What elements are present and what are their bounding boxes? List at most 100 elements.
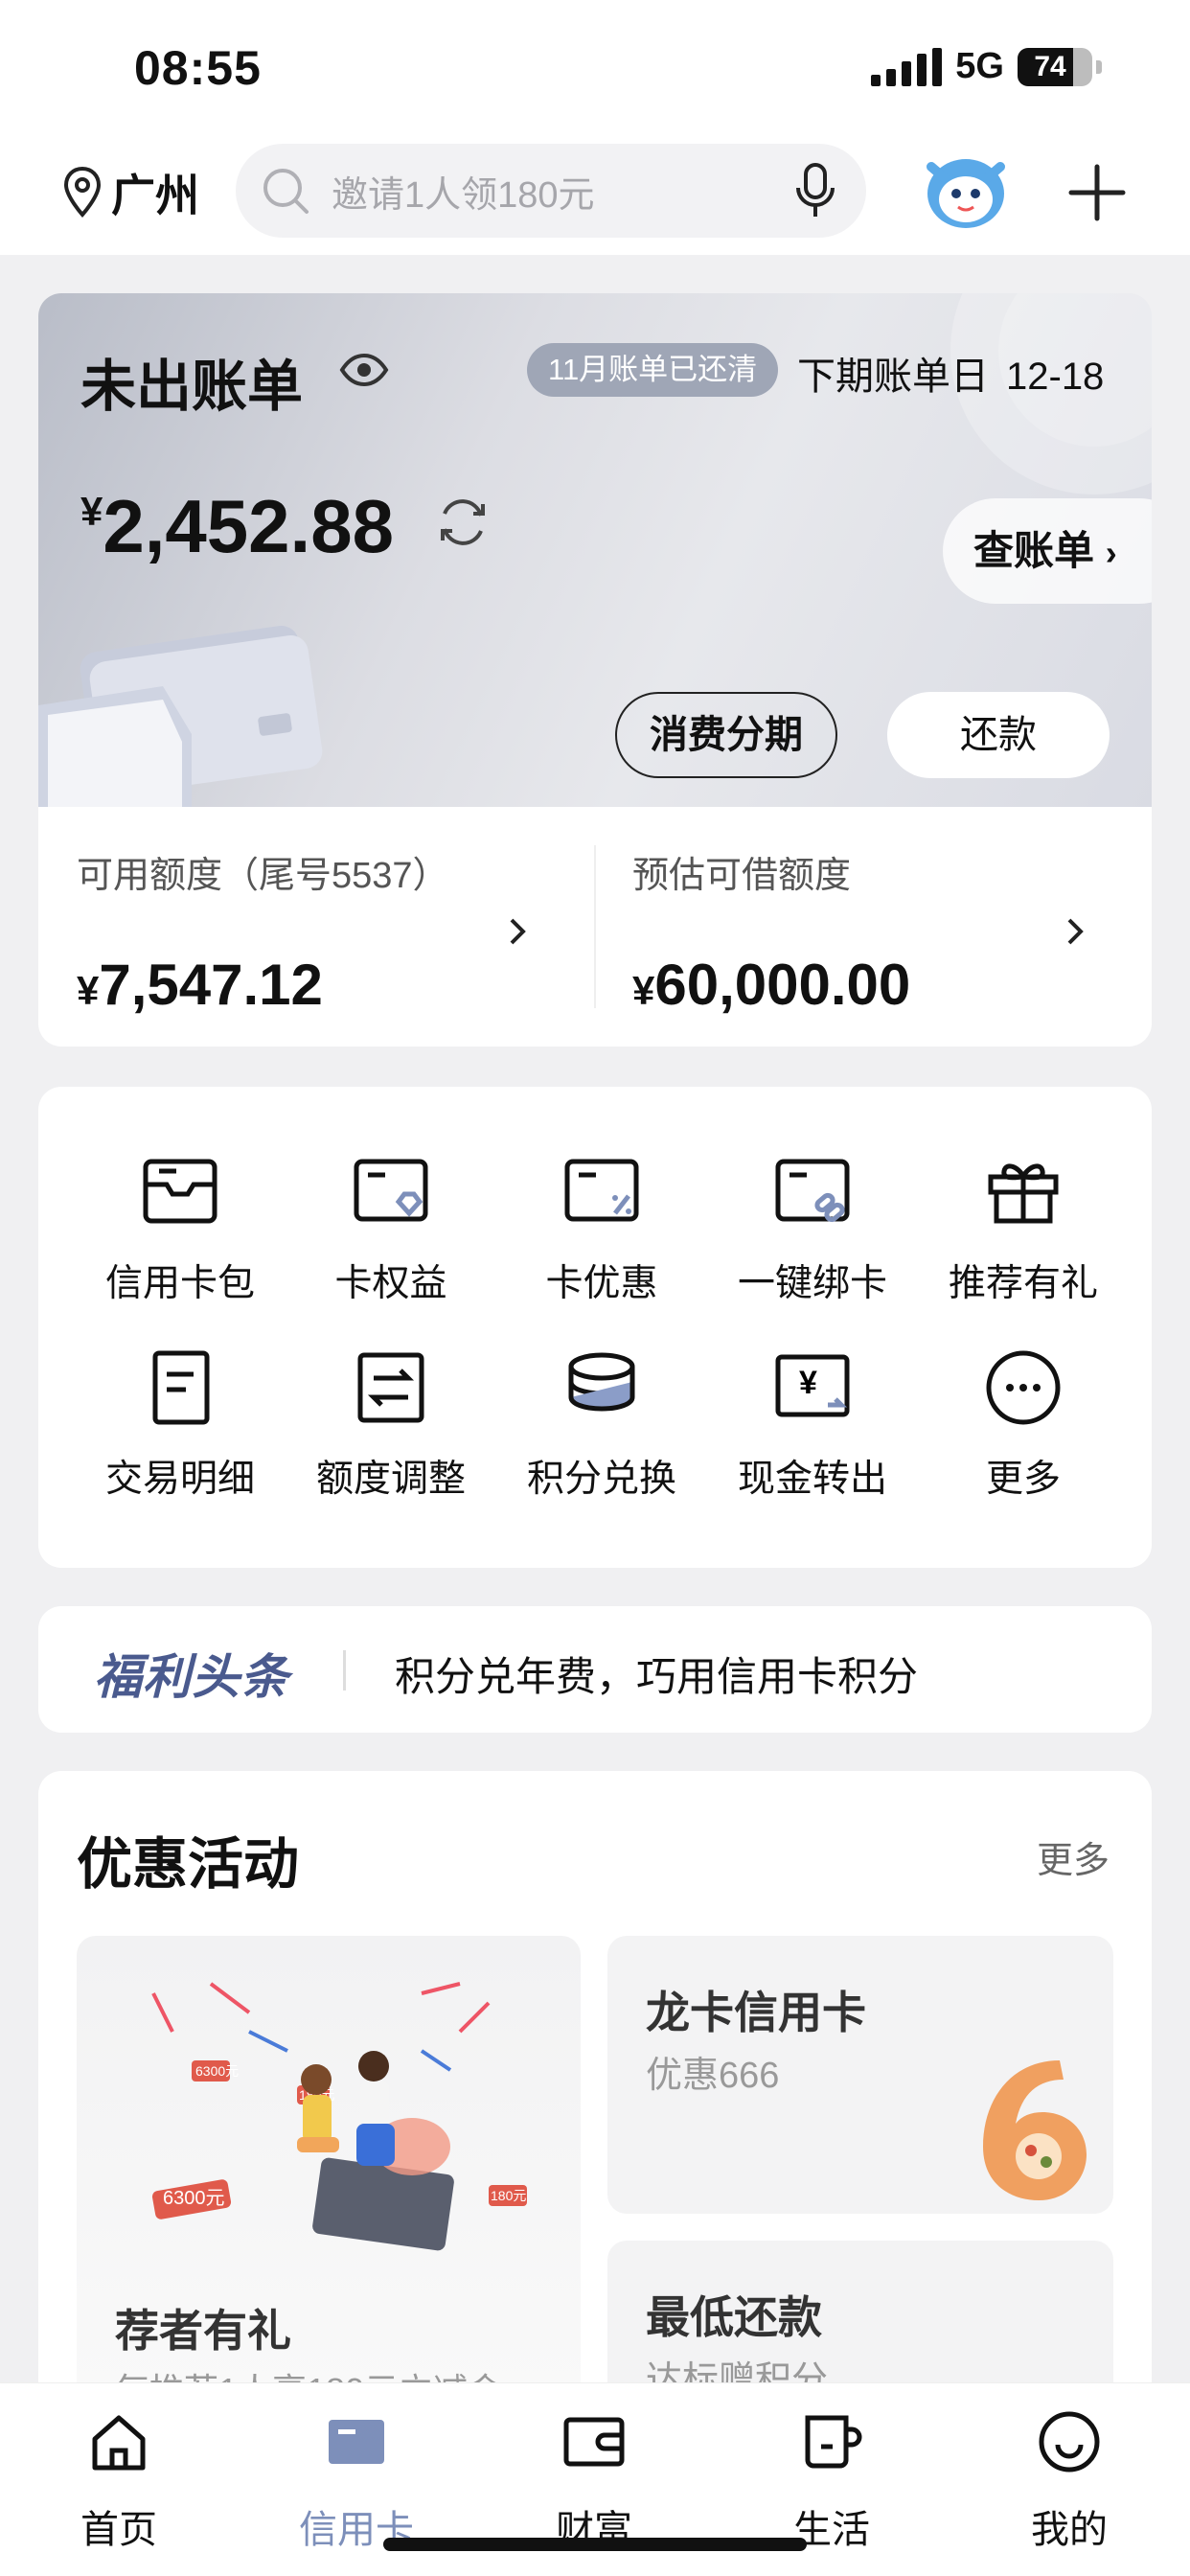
tab-life[interactable]: 生活 xyxy=(755,2408,908,2554)
grid-item-cash-out[interactable]: ¥ 现金转出 xyxy=(707,1347,918,1503)
eye-icon[interactable] xyxy=(339,353,389,387)
battery-cap xyxy=(1096,59,1102,74)
tab-credit-card[interactable]: 信用卡 xyxy=(280,2408,433,2554)
view-bill-button[interactable]: 查账单 › xyxy=(943,498,1152,604)
status-bar: 08:55 5G 74 xyxy=(0,0,1190,134)
chevron-right-icon: › xyxy=(1105,533,1117,572)
news-ticker[interactable]: 福利头条 积分兑年费，巧用信用卡积分 xyxy=(38,1606,1152,1733)
promo-title: 龙卡信用卡 xyxy=(646,1988,866,2037)
card-discount-icon xyxy=(564,1159,639,1222)
next-bill-date: 下期账单日 12-18 xyxy=(797,345,1104,401)
available-credit-label: 可用额度（尾号5537） xyxy=(77,856,449,896)
grid-label: 现金转出 xyxy=(737,1459,887,1500)
tab-label: 我的 xyxy=(1031,2509,1108,2551)
grid-label: 更多 xyxy=(985,1459,1061,1500)
chevron-right-icon[interactable] xyxy=(1062,914,1088,949)
grid-item-gift[interactable]: 推荐有礼 xyxy=(918,1152,1129,1307)
battery-icon: 74 xyxy=(1018,47,1092,86)
grid-label: 积分兑换 xyxy=(526,1459,676,1500)
bill-amount: ¥2,452.88 xyxy=(80,483,394,570)
grid-item-transactions[interactable]: 交易明细 xyxy=(75,1347,286,1503)
transfer-icon xyxy=(357,1352,424,1423)
cash-out-icon: ¥ xyxy=(775,1354,850,1417)
cup-icon xyxy=(805,2415,862,2469)
more-icon xyxy=(986,1350,1061,1425)
card-link-icon xyxy=(775,1159,850,1223)
grid-label: 信用卡包 xyxy=(104,1263,255,1304)
promo-title: 最低还款 xyxy=(646,2292,822,2342)
available-credit[interactable]: 可用额度（尾号5537） ¥7,547.12 xyxy=(77,845,449,1018)
banner-tag: 6300元 xyxy=(163,2188,225,2209)
chevron-right-icon[interactable] xyxy=(504,914,531,949)
next-bill-value: 12-18 xyxy=(1006,356,1105,398)
grid-label: 一键绑卡 xyxy=(737,1263,887,1304)
location-selector[interactable]: 广州 xyxy=(61,161,199,224)
next-bill-label: 下期账单日 xyxy=(797,356,989,398)
battery-percent: 74 xyxy=(1034,50,1066,82)
smile-icon xyxy=(1039,2411,1100,2472)
news-text: 积分兑年费，巧用信用卡积分 xyxy=(395,1654,919,1699)
available-credit-value: ¥7,547.12 xyxy=(77,953,323,1017)
network-type: 5G xyxy=(955,46,1004,86)
refresh-icon[interactable] xyxy=(433,493,492,552)
grid-label: 额度调整 xyxy=(315,1459,466,1500)
grid-item-card-link[interactable]: 一键绑卡 xyxy=(707,1152,918,1307)
loan-estimate-label: 预估可借额度 xyxy=(632,856,852,896)
mascot-avatar[interactable] xyxy=(920,146,1012,232)
more-link[interactable]: 更多 xyxy=(1037,1830,1110,1883)
tab-mine[interactable]: 我的 xyxy=(993,2408,1146,2554)
promo-card-referral[interactable]: 6300元 180元 6300元 180元 荐者有礼 每推荐1人享180元立减金 xyxy=(77,1936,581,2453)
credit-limit-panel: 可用额度（尾号5537） ¥7,547.12 预估可借额度 ¥60,000.00 xyxy=(38,807,1152,1046)
divider xyxy=(343,1650,346,1690)
grid-label: 卡优惠 xyxy=(545,1263,658,1304)
grid-item-points[interactable]: 积分兑换 xyxy=(496,1347,707,1503)
home-indicator xyxy=(383,2538,807,2551)
bill-title: 未出账单 xyxy=(80,356,304,418)
grid-item-card-benefit[interactable]: 卡权益 xyxy=(286,1152,496,1307)
home-icon xyxy=(92,2415,146,2471)
banner-tag: 6300元 xyxy=(195,2063,239,2079)
section-title: 优惠活动 xyxy=(77,1833,300,1896)
paid-badge: 11月账单已还清 xyxy=(527,343,779,397)
search-placeholder: 邀请1人领180元 xyxy=(332,174,595,216)
location-pin-icon xyxy=(63,166,102,218)
installment-button[interactable]: 消费分期 xyxy=(615,692,837,778)
referral-illustration: 6300元 180元 6300元 180元 xyxy=(151,1982,527,2251)
card-wallet-icon xyxy=(143,1159,217,1224)
bill-amount-value: 2,452.88 xyxy=(103,484,394,568)
grid-item-limit-adjust[interactable]: 额度调整 xyxy=(286,1347,496,1503)
coins-icon xyxy=(568,1352,635,1412)
card-benefit-icon xyxy=(354,1159,428,1222)
promo-subtitle: 优惠666 xyxy=(646,2056,780,2096)
add-icon[interactable] xyxy=(1065,161,1129,224)
top-header: 广州 邀请1人领180元 xyxy=(0,134,1190,255)
search-bar[interactable]: 邀请1人领180元 xyxy=(236,144,866,238)
bill-card: 未出账单 11月账单已还清 下期账单日 12-18 ¥2,452.88 查账单 ›… xyxy=(38,293,1152,807)
microphone-icon[interactable] xyxy=(791,161,839,220)
promo-card-dragon[interactable]: 龙卡信用卡 优惠666 xyxy=(607,1936,1113,2214)
grid-label: 推荐有礼 xyxy=(948,1263,1098,1304)
grid-item-more[interactable]: 更多 xyxy=(918,1347,1129,1503)
status-time: 08:55 xyxy=(134,41,262,95)
banner-tag: 180元 xyxy=(491,2188,526,2203)
signal-icon xyxy=(871,47,943,86)
search-icon xyxy=(263,169,309,214)
loan-estimate-value: ¥60,000.00 xyxy=(632,953,911,1017)
tab-wealth[interactable]: 财富 xyxy=(517,2408,671,2554)
grid-label: 交易明细 xyxy=(104,1459,255,1500)
location-label: 广州 xyxy=(111,171,199,220)
loan-estimate[interactable]: 预估可借额度 ¥60,000.00 xyxy=(632,845,910,1018)
status-indicators: 5G 74 xyxy=(871,46,1102,87)
promo-title: 荐者有礼 xyxy=(115,2306,291,2356)
cards-illustration xyxy=(38,626,323,807)
svg-text:¥: ¥ xyxy=(799,1365,817,1401)
tab-home[interactable]: 首页 xyxy=(42,2408,195,2554)
tab-label: 首页 xyxy=(80,2509,157,2551)
grid-item-card-discount[interactable]: 卡优惠 xyxy=(496,1152,707,1307)
currency-symbol: ¥ xyxy=(80,489,103,534)
document-icon xyxy=(152,1350,210,1425)
repay-button[interactable]: 还款 xyxy=(887,692,1110,778)
wallet-icon xyxy=(563,2417,625,2467)
grid-item-card-wallet[interactable]: 信用卡包 xyxy=(75,1152,286,1307)
six-illustration xyxy=(983,2060,1087,2200)
